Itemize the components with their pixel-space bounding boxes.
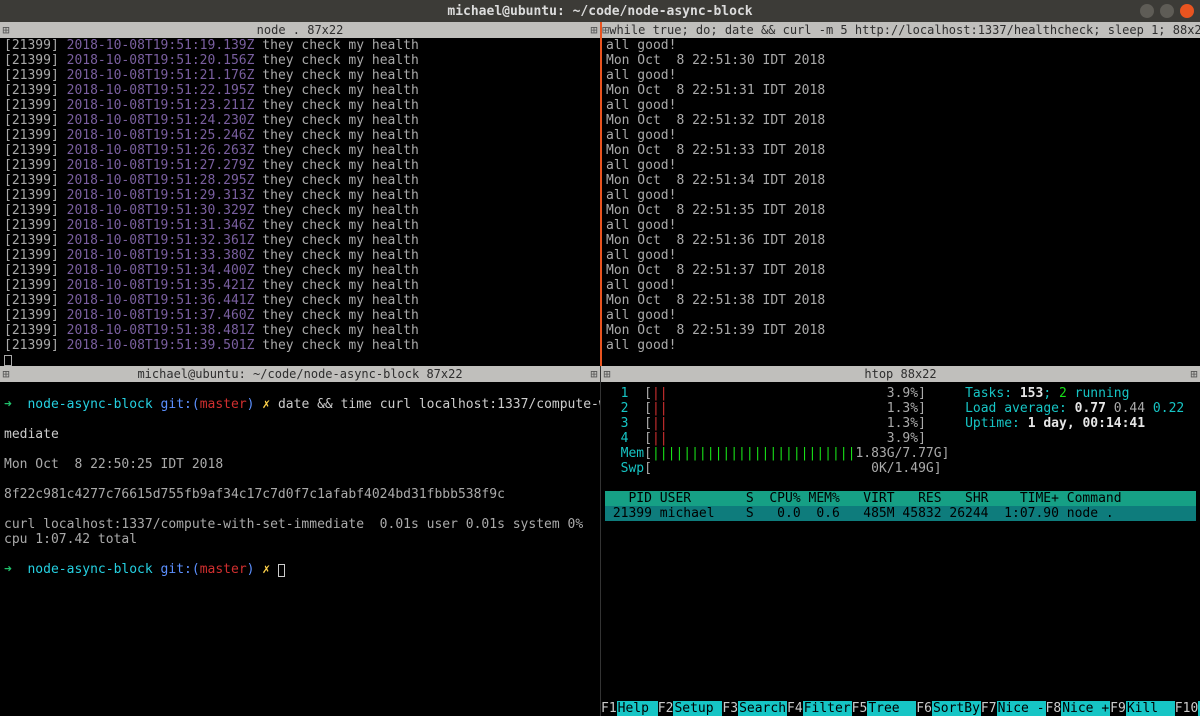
log-line: Mon Oct 8 22:51:35 IDT 2018 bbox=[606, 203, 1196, 218]
htop-fkey[interactable]: F6 bbox=[916, 701, 932, 716]
log-line: Mon Oct 8 22:51:33 IDT 2018 bbox=[606, 143, 1196, 158]
pane-grip-icon: ⊞ bbox=[1188, 366, 1200, 382]
log-line: [21399] 2018-10-08T19:51:35.421Z they ch… bbox=[4, 278, 596, 293]
log-line: [21399] 2018-10-08T19:51:22.195Z they ch… bbox=[4, 83, 596, 98]
window-title: michael@ubuntu: ~/code/node-async-block bbox=[447, 4, 752, 19]
htop-cpu-row: 4 [|| 3.9%] bbox=[605, 431, 1196, 446]
log-line: [21399] 2018-10-08T19:51:37.460Z they ch… bbox=[4, 308, 596, 323]
log-line: [21399] 2018-10-08T19:51:34.400Z they ch… bbox=[4, 263, 596, 278]
pane-grip-icon: ⊞ bbox=[0, 366, 12, 382]
htop-fkey[interactable]: F3 bbox=[722, 701, 738, 716]
log-line: [21399] 2018-10-08T19:51:28.295Z they ch… bbox=[4, 173, 596, 188]
log-line: Mon Oct 8 22:51:39 IDT 2018 bbox=[606, 323, 1196, 338]
cursor-icon bbox=[278, 564, 285, 577]
log-line: all good! bbox=[606, 158, 1196, 173]
htop-fkey[interactable]: F4 bbox=[787, 701, 803, 716]
log-line: [21399] 2018-10-08T19:51:39.501Z they ch… bbox=[4, 338, 596, 353]
log-line: all good! bbox=[606, 338, 1196, 353]
pane-title: ⊞ michael@ubuntu: ~/code/node-async-bloc… bbox=[0, 366, 600, 382]
log-line: [21399] 2018-10-08T19:51:20.156Z they ch… bbox=[4, 53, 596, 68]
pane-node-log[interactable]: ⊞ node . 87x22 ⊞ [21399] 2018-10-08T19:5… bbox=[0, 22, 600, 366]
pane-grip-icon: ⊞ bbox=[588, 366, 600, 382]
htop-fkey[interactable]: F7 bbox=[981, 701, 997, 716]
pane-grip-icon: ⊞ bbox=[602, 22, 609, 38]
htop-fkey[interactable]: F9 bbox=[1110, 701, 1126, 716]
log-line: Mon Oct 8 22:51:38 IDT 2018 bbox=[606, 293, 1196, 308]
maximize-icon[interactable] bbox=[1160, 4, 1174, 18]
log-line: [21399] 2018-10-08T19:51:32.361Z they ch… bbox=[4, 233, 596, 248]
terminal-output: ➜ node-async-block git:(master) ✗ date &… bbox=[0, 382, 600, 607]
log-line: Mon Oct 8 22:51:32 IDT 2018 bbox=[606, 113, 1196, 128]
htop-fkey[interactable]: F1 bbox=[601, 701, 617, 716]
log-line: [21399] 2018-10-08T19:51:26.263Z they ch… bbox=[4, 143, 596, 158]
htop-fkey[interactable]: F10 bbox=[1175, 701, 1198, 716]
terminal-output: [21399] 2018-10-08T19:51:19.139Z they ch… bbox=[0, 38, 600, 366]
log-line: all good! bbox=[606, 278, 1196, 293]
log-line: Mon Oct 8 22:51:30 IDT 2018 bbox=[606, 53, 1196, 68]
htop-header: PID USER S CPU% MEM% VIRT RES SHR TIME+ … bbox=[605, 491, 1196, 506]
pane-title: ⊞ node . 87x22 ⊞ bbox=[0, 22, 600, 38]
pane-grip-icon: ⊞ bbox=[0, 22, 12, 38]
log-line: [21399] 2018-10-08T19:51:31.346Z they ch… bbox=[4, 218, 596, 233]
log-line: [21399] 2018-10-08T19:51:24.230Z they ch… bbox=[4, 113, 596, 128]
log-line: all good! bbox=[606, 188, 1196, 203]
pane-title: ⊞ htop 88x22 ⊞ bbox=[601, 366, 1200, 382]
pane-grip-icon: ⊞ bbox=[601, 366, 613, 382]
htop-fkey[interactable]: F5 bbox=[852, 701, 868, 716]
htop-fkey[interactable]: F8 bbox=[1046, 701, 1062, 716]
log-line: [21399] 2018-10-08T19:51:30.329Z they ch… bbox=[4, 203, 596, 218]
htop-fkey[interactable]: F2 bbox=[658, 701, 674, 716]
log-line: [21399] 2018-10-08T19:51:38.481Z they ch… bbox=[4, 323, 596, 338]
pane-title-text: michael@ubuntu: ~/code/node-async-block … bbox=[137, 366, 462, 382]
pane-shell[interactable]: ⊞ michael@ubuntu: ~/code/node-async-bloc… bbox=[0, 366, 600, 716]
pane-title-text: node . 87x22 bbox=[257, 22, 344, 38]
log-line: all good! bbox=[606, 38, 1196, 53]
log-line: [21399] 2018-10-08T19:51:19.139Z they ch… bbox=[4, 38, 596, 53]
log-line: all good! bbox=[606, 308, 1196, 323]
minimize-icon[interactable] bbox=[1140, 4, 1154, 18]
log-line: [21399] 2018-10-08T19:51:36.441Z they ch… bbox=[4, 293, 596, 308]
htop-output: 1 [|| 3.9%] Tasks: 153; 2 running 2 [|| … bbox=[601, 382, 1200, 521]
log-line: all good! bbox=[606, 68, 1196, 83]
window-titlebar: michael@ubuntu: ~/code/node-async-block bbox=[0, 0, 1200, 22]
htop-cpu-row: 1 [|| 3.9%] Tasks: 153; 2 running bbox=[605, 386, 1196, 401]
pane-title-text: htop 88x22 bbox=[864, 366, 936, 382]
log-line: [21399] 2018-10-08T19:51:23.211Z they ch… bbox=[4, 98, 596, 113]
pane-htop[interactable]: ⊞ htop 88x22 ⊞ 1 [|| 3.9%] Tasks: 153; 2… bbox=[600, 366, 1200, 716]
log-line: all good! bbox=[606, 128, 1196, 143]
htop-cpu-row: 3 [|| 1.3%] Uptime: 1 day, 00:14:41 bbox=[605, 416, 1196, 431]
cursor-icon bbox=[4, 355, 12, 366]
pane-title: ⊞ while true; do; date && curl -m 5 http… bbox=[602, 22, 1200, 38]
log-line: all good! bbox=[606, 218, 1196, 233]
log-line: [21399] 2018-10-08T19:51:29.313Z they ch… bbox=[4, 188, 596, 203]
log-line: [21399] 2018-10-08T19:51:21.176Z they ch… bbox=[4, 68, 596, 83]
log-line: all good! bbox=[606, 248, 1196, 263]
log-line: all good! bbox=[606, 98, 1196, 113]
terminal-output: all good!Mon Oct 8 22:51:30 IDT 2018all … bbox=[602, 38, 1200, 353]
log-line: Mon Oct 8 22:51:34 IDT 2018 bbox=[606, 173, 1196, 188]
pane-grip-icon: ⊞ bbox=[588, 22, 600, 38]
htop-footer[interactable]: F1Help F2Setup F3SearchF4FilterF5Tree F6… bbox=[601, 701, 1200, 716]
log-line: [21399] 2018-10-08T19:51:33.380Z they ch… bbox=[4, 248, 596, 263]
htop-swp-row: Swp[ 0K/1.49G] bbox=[605, 461, 1196, 476]
log-line: [21399] 2018-10-08T19:51:27.279Z they ch… bbox=[4, 158, 596, 173]
log-line: Mon Oct 8 22:51:36 IDT 2018 bbox=[606, 233, 1196, 248]
log-line: [21399] 2018-10-08T19:51:25.246Z they ch… bbox=[4, 128, 596, 143]
log-line: Mon Oct 8 22:51:31 IDT 2018 bbox=[606, 83, 1196, 98]
htop-cpu-row: 2 [|| 1.3%] Load average: 0.77 0.44 0.22 bbox=[605, 401, 1196, 416]
pane-curl-loop[interactable]: ⊞ while true; do; date && curl -m 5 http… bbox=[600, 22, 1200, 366]
close-icon[interactable] bbox=[1180, 4, 1194, 18]
window-buttons bbox=[1140, 4, 1194, 18]
log-line: Mon Oct 8 22:51:37 IDT 2018 bbox=[606, 263, 1196, 278]
htop-process-row[interactable]: 21399 michael S 0.0 0.6 485M 45832 26244… bbox=[605, 506, 1196, 521]
htop-mem-row: Mem[||||||||||||||||||||||||||1.83G/7.77… bbox=[605, 446, 1196, 461]
pane-title-text: while true; do; date && curl -m 5 http:/… bbox=[609, 22, 1200, 38]
